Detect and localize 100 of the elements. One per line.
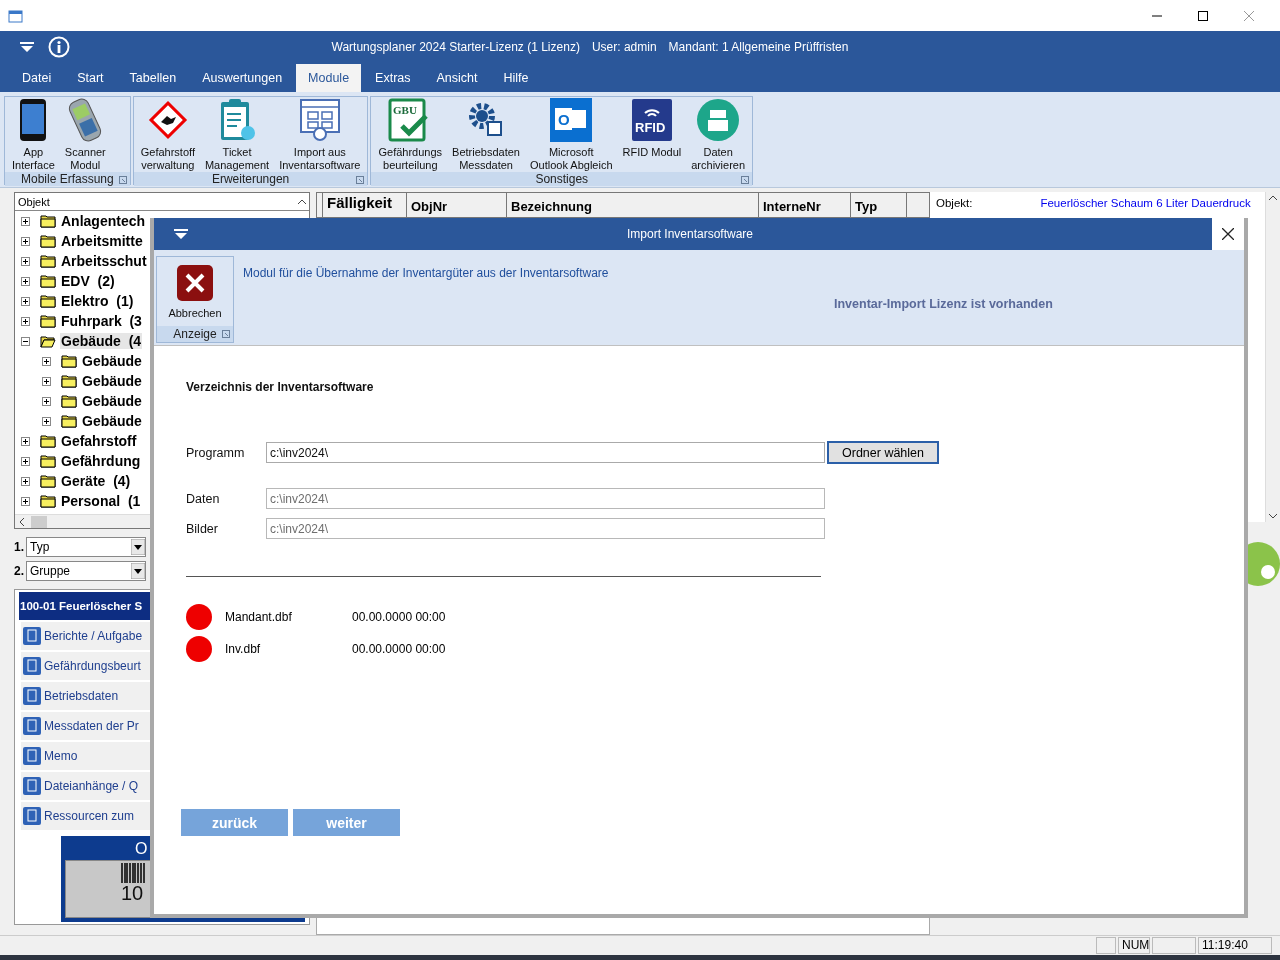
group-label: Sonstiges xyxy=(535,172,589,186)
expand-icon[interactable] xyxy=(21,436,30,446)
expand-icon[interactable] xyxy=(21,316,30,326)
expand-icon[interactable] xyxy=(42,356,51,366)
document-icon xyxy=(23,687,41,705)
archive-icon xyxy=(696,98,741,142)
label-text: O xyxy=(134,840,148,858)
dropdown-menu-icon[interactable] xyxy=(20,41,34,52)
expand-icon[interactable] xyxy=(21,216,30,226)
tree-item[interactable]: EDV (2) xyxy=(60,273,116,289)
expand-icon[interactable] xyxy=(21,456,30,466)
group-label: Mobile Erfassung xyxy=(21,172,114,186)
expand-icon[interactable] xyxy=(42,376,51,386)
menu-tab[interactable]: Tabellen xyxy=(117,64,189,92)
scrollbar-thumb[interactable] xyxy=(31,515,47,528)
ribbon-button[interactable]: Betriebsdaten Messdaten xyxy=(449,97,523,172)
folder-icon xyxy=(40,434,56,448)
folder-icon xyxy=(40,314,56,328)
outlook-icon: O xyxy=(550,98,593,142)
ribbon-button[interactable]: O Microsoft Outlook Abgleich xyxy=(527,97,616,172)
menu-tab[interactable]: Hilfe xyxy=(491,64,541,92)
tree-item[interactable]: Gefährdung xyxy=(60,453,142,469)
ribbon-button[interactable]: Gefahrstoff verwaltung xyxy=(137,97,198,172)
filter-number: 1. xyxy=(14,540,25,554)
scroll-down-icon[interactable] xyxy=(1268,512,1278,520)
group-label: Erweiterungen xyxy=(211,172,290,186)
tree-item[interactable]: Arbeitsschut xyxy=(60,253,148,269)
rfid-icon: RFID xyxy=(631,99,672,141)
folder-icon xyxy=(61,374,77,388)
tree-item[interactable]: Gebäude xyxy=(81,353,143,369)
field-label: Bilder xyxy=(186,521,219,536)
choose-folder-button[interactable]: Ordner wählen xyxy=(827,441,939,464)
folder-icon xyxy=(61,394,77,408)
tree-item[interactable]: Gebäude xyxy=(81,373,143,389)
folder-icon xyxy=(40,234,56,248)
menu-tab[interactable]: Ansicht xyxy=(424,64,490,92)
tree-item[interactable]: Elektro (1) xyxy=(60,293,135,309)
scroll-up-icon[interactable] xyxy=(1268,194,1278,202)
tree-item[interactable]: Gebäude (4 xyxy=(60,333,143,349)
column-header[interactable]: Typ xyxy=(851,193,907,217)
mandant-label: Mandant: 1 Allgemeine Prüffristen xyxy=(668,39,849,54)
ribbon-button[interactable]: Scanner Modul xyxy=(61,97,109,172)
expand-icon[interactable] xyxy=(42,396,51,406)
menu-tab[interactable]: Module xyxy=(296,64,362,92)
ribbon-button[interactable]: Ticket Management xyxy=(201,97,273,172)
column-header[interactable]: ObjNr xyxy=(407,193,507,217)
expand-icon[interactable] xyxy=(21,476,30,486)
status-cell xyxy=(1152,937,1196,954)
tree-item[interactable]: Gefahrstoff xyxy=(60,433,138,449)
tree-item[interactable]: Fuhrpark (3 xyxy=(60,313,143,329)
expand-icon[interactable] xyxy=(21,276,30,286)
menu-tab[interactable]: Start xyxy=(65,64,116,92)
expand-icon[interactable] xyxy=(21,256,30,266)
menu-tab[interactable]: Auswertungen xyxy=(190,64,295,92)
dropdown-arrow-icon[interactable] xyxy=(131,539,145,555)
dropdown-arrow-icon[interactable] xyxy=(131,563,145,579)
expand-icon[interactable] xyxy=(21,296,30,306)
tree-item[interactable]: Gebäude xyxy=(81,413,143,429)
status-cell xyxy=(1096,937,1116,954)
maximize-icon xyxy=(1198,10,1208,21)
import-window-icon xyxy=(298,98,341,142)
tree-item[interactable]: Geräte (4) xyxy=(60,473,132,489)
folder-icon xyxy=(40,294,56,308)
ribbon-button[interactable]: App Interface xyxy=(9,97,58,172)
menu-tab[interactable]: Datei xyxy=(10,64,64,92)
expand-icon[interactable] xyxy=(21,496,30,506)
column-header[interactable]: Fälligkeit xyxy=(323,193,407,217)
object-link[interactable]: Feuerlöscher Schaum 6 Liter Dauerdruck xyxy=(1040,197,1251,209)
tree-item[interactable]: Gebäude xyxy=(81,393,143,409)
cancel-button[interactable]: Abbrechen xyxy=(157,257,233,326)
ribbon-button[interactable]: Daten archivieren xyxy=(688,97,749,172)
launcher-icon[interactable] xyxy=(356,176,365,184)
column-header[interactable]: InterneNr xyxy=(759,193,851,217)
filter-select[interactable]: Gruppe xyxy=(26,561,146,581)
path-field[interactable]: c:\inv2024\ xyxy=(266,442,825,463)
gear-icon xyxy=(468,102,505,138)
menu-tab[interactable]: Extras xyxy=(363,64,423,92)
launcher-icon[interactable] xyxy=(741,176,750,184)
dropdown-menu-icon[interactable] xyxy=(174,229,188,239)
expand-icon[interactable] xyxy=(21,236,30,246)
tree-item[interactable]: Arbeitsmitte xyxy=(60,233,144,249)
app-title: Wartungsplaner 2024 Starter-Lizenz (1 Lizenz) xyxy=(331,39,580,54)
ribbon-button[interactable]: RFID RFID Modul xyxy=(619,97,685,172)
launcher-icon[interactable] xyxy=(222,330,230,338)
launcher-icon[interactable] xyxy=(118,176,127,184)
info-icon[interactable] xyxy=(48,35,70,58)
collapse-icon[interactable] xyxy=(21,336,30,346)
ribbon-button[interactable]: GBU Gefährdungs beurteilung xyxy=(375,97,446,172)
user-label: User: admin xyxy=(591,39,657,54)
expand-icon[interactable] xyxy=(42,416,51,426)
file-date: 00.00.0000 00:00 xyxy=(352,610,446,624)
folder-icon xyxy=(40,474,56,488)
column-header[interactable]: Bezeichnung xyxy=(507,193,759,217)
filter-select[interactable]: Typ xyxy=(26,537,146,557)
tree-item[interactable]: Personal (1 xyxy=(60,493,142,509)
tree-item[interactable]: Anlagentech xyxy=(60,213,146,229)
open-folder-icon xyxy=(40,334,56,348)
ribbon-button[interactable]: Import aus Inventarsoftware xyxy=(276,97,364,172)
status-text: 11:19:40 xyxy=(1198,937,1272,954)
close-button[interactable] xyxy=(1212,218,1244,250)
